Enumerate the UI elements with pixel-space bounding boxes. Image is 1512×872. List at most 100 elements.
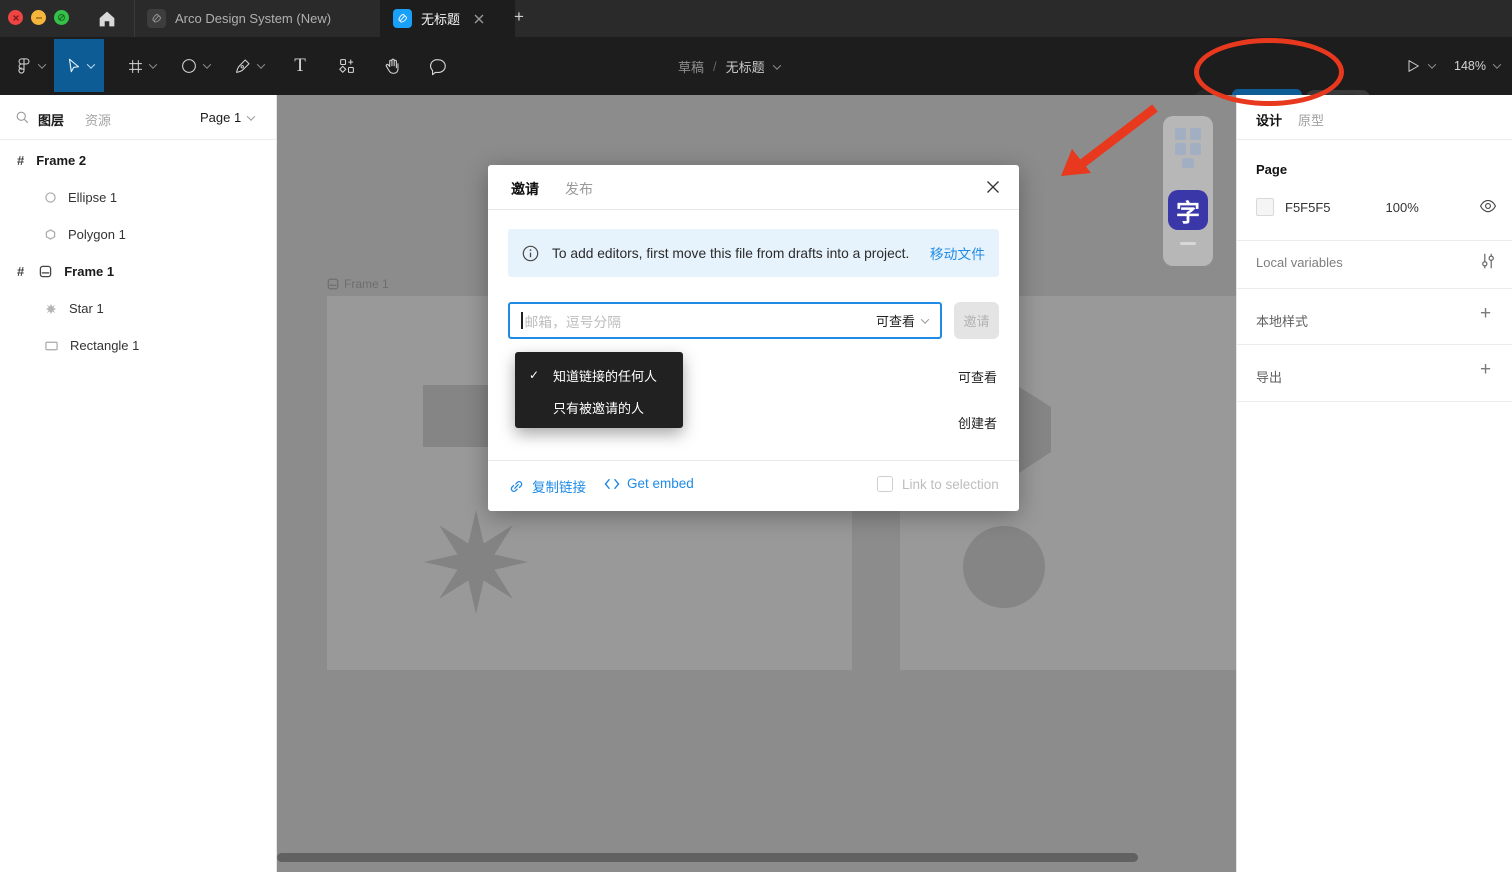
invite-button-disabled[interactable]: 邀请 [954, 302, 999, 339]
dialog-tab-invite[interactable]: 邀请 [511, 179, 539, 199]
row-permission-owner: 创建者 [957, 416, 997, 431]
layer-row-polygon1[interactable]: Polygon 1 [0, 216, 277, 253]
tab-layers[interactable]: 图层 [38, 110, 64, 129]
shape-tool-button[interactable] [172, 40, 218, 92]
layer-name: Ellipse 1 [68, 190, 118, 205]
row-permission-viewer[interactable]: 可查看 [958, 367, 997, 386]
text-tool-button[interactable]: T [282, 40, 318, 92]
local-variables-label: Local variables [1256, 255, 1343, 270]
traffic-zoom-button[interactable] [54, 10, 69, 25]
copy-link-button[interactable]: 复制链接 [508, 476, 586, 496]
home-button[interactable] [96, 8, 118, 30]
hand-tool-button[interactable] [372, 40, 412, 92]
main-menu-button[interactable] [8, 40, 52, 92]
chevron-down-icon [86, 59, 95, 69]
share-dialog: 邀请 发布 To add editors, first move this fi… [488, 165, 1019, 511]
tab-design[interactable]: 设计 [1256, 110, 1282, 129]
get-embed-label: Get embed [627, 476, 694, 491]
layer-row-rectangle1[interactable]: Rectangle 1 [0, 327, 277, 364]
color-opacity-value[interactable]: 100% [1386, 200, 1419, 215]
layers-panel: 图层 资源 Page 1 # Frame 2 Ellipse 1 Polygon… [0, 95, 277, 872]
chevron-down-icon [256, 60, 266, 69]
move-file-link[interactable]: 移动文件 [930, 243, 985, 263]
get-embed-button[interactable]: Get embed [604, 476, 694, 491]
divider [1237, 139, 1512, 140]
add-export-button[interactable]: + [1480, 359, 1491, 381]
chevron-down-icon[interactable] [772, 60, 781, 70]
file-tab-arco[interactable]: Arco Design System (New) [134, 0, 393, 37]
copy-link-label: 复制链接 [532, 480, 586, 495]
traffic-close-button[interactable] [8, 10, 23, 25]
info-banner: To add editors, first move this file fro… [508, 229, 999, 277]
file-tab-label: 无标题 [421, 12, 461, 27]
divider [488, 460, 1019, 461]
local-styles-label: 本地样式 [1256, 314, 1309, 329]
dropdown-option-anyone[interactable]: ✓ 知道链接的任何人 [515, 362, 683, 388]
permission-select[interactable]: 可查看 [875, 311, 930, 330]
plus-icon: + [1480, 359, 1492, 380]
zoom-menu[interactable]: 148% [1448, 40, 1506, 92]
ellipse-icon [45, 192, 56, 203]
star1-shape[interactable] [424, 510, 528, 614]
color-hex-value[interactable]: F5F5F5 [1285, 200, 1331, 215]
frame-tool-button[interactable] [118, 40, 164, 92]
dialog-close-button[interactable] [986, 180, 1000, 194]
page-selector[interactable]: Page 1 [200, 110, 256, 125]
zoom-level: 148% [1454, 59, 1486, 73]
widget-font-button[interactable]: 字 [1168, 190, 1208, 230]
tab-close-button[interactable] [474, 14, 484, 24]
eye-icon[interactable] [1479, 199, 1497, 213]
divider [488, 209, 1019, 210]
divider [1237, 288, 1512, 289]
present-button[interactable] [1398, 40, 1442, 92]
color-swatch[interactable] [1256, 198, 1274, 216]
comment-tool-button[interactable] [418, 40, 458, 92]
ellipse1-shape[interactable] [963, 526, 1045, 608]
layer-name: Rectangle 1 [70, 338, 140, 353]
horizontal-scrollbar[interactable] [277, 853, 1138, 862]
move-cursor-icon [68, 58, 79, 72]
polygon-icon [45, 229, 56, 240]
layer-row-ellipse1[interactable]: Ellipse 1 [0, 179, 277, 216]
text-caret [521, 312, 523, 329]
file-tab-untitled[interactable]: 无标题 [380, 0, 515, 37]
dropdown-option-invited[interactable]: 只有被邀请的人 [515, 394, 683, 420]
add-style-button[interactable]: + [1480, 303, 1491, 325]
dialog-tab-publish[interactable]: 发布 [565, 179, 593, 199]
chevron-down-icon [920, 314, 930, 324]
link-icon [510, 480, 523, 492]
invite-email-input[interactable]: 邮箱，逗号分隔 可查看 [508, 302, 942, 339]
search-icon[interactable] [15, 110, 30, 125]
resources-icon [339, 59, 354, 73]
widget-handle[interactable] [1180, 242, 1196, 245]
tab-prototype[interactable]: 原型 [1298, 110, 1324, 129]
new-tab-button[interactable]: + [514, 7, 524, 27]
layer-row-frame2[interactable]: # Frame 2 [0, 142, 277, 179]
breadcrumb-folder[interactable]: 草稿 [678, 57, 704, 76]
layer-row-frame1[interactable]: # Frame 1 [0, 253, 277, 290]
invite-button-label: 邀请 [963, 314, 990, 329]
dropdown-option-label: 只有被邀请的人 [553, 400, 645, 416]
link-to-selection[interactable]: Link to selection [877, 476, 999, 492]
sliders-icon[interactable] [1480, 252, 1496, 270]
pen-tool-button[interactable] [226, 40, 272, 92]
page-color-row[interactable]: F5F5F5 100% [1256, 198, 1419, 216]
chevron-down-icon [246, 111, 256, 121]
breadcrumb-file[interactable]: 无标题 [726, 57, 765, 76]
traffic-minimize-button[interactable] [31, 10, 46, 25]
plus-icon: + [514, 7, 524, 26]
layer-row-star1[interactable]: Star 1 [0, 290, 277, 327]
tab-assets[interactable]: 资源 [85, 110, 111, 129]
play-icon [1408, 60, 1419, 72]
page-section-title: Page [1256, 162, 1288, 177]
resources-tool-button[interactable] [328, 40, 366, 92]
chevron-down-icon [148, 60, 157, 69]
link-access-dropdown: ✓ 知道链接的任何人 只有被邀请的人 [515, 352, 683, 428]
divider [1237, 240, 1512, 241]
checkbox-unchecked[interactable] [877, 476, 893, 492]
move-tool-selected[interactable] [54, 39, 104, 92]
figma-menu-icon [18, 58, 30, 74]
no-entry-icon [57, 13, 66, 22]
permission-select-label: 可查看 [875, 314, 915, 329]
widget-grid-icon[interactable] [1172, 126, 1204, 170]
